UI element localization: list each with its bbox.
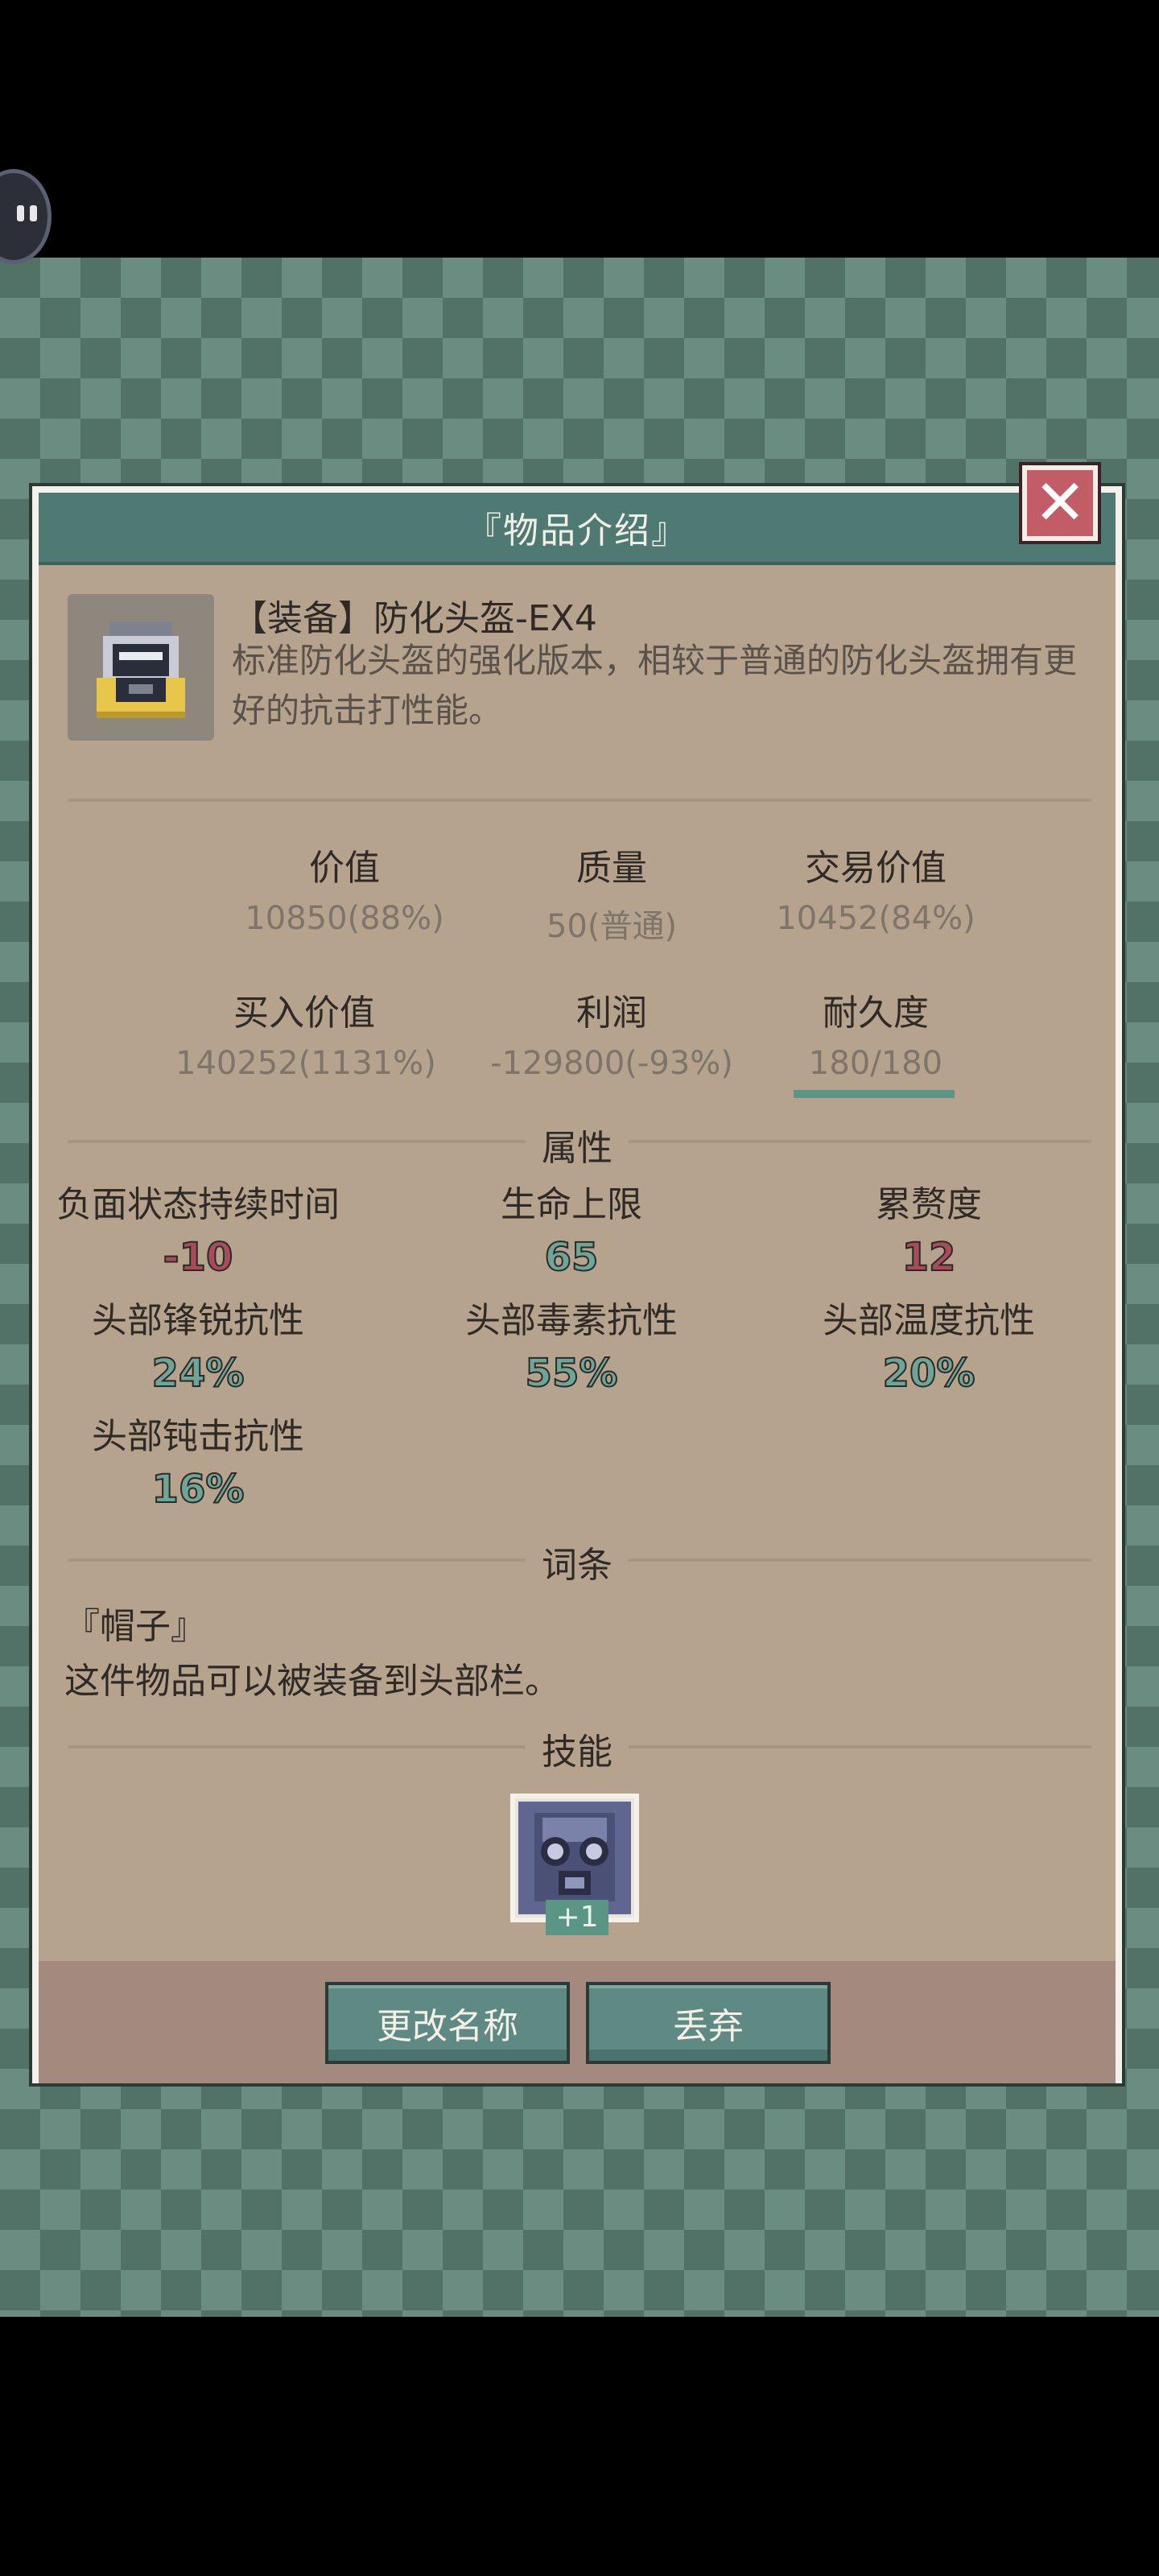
traits-title-text: 词条 [526,1545,629,1586]
attribute-label: 累赘度 [876,1184,982,1225]
attribute-item: 累赘度 12 [752,1175,1106,1281]
stat-label: 利润 [576,993,647,1034]
traits-title: 词条 [39,1536,1116,1587]
rename-button[interactable]: 更改名称 [325,1982,570,2064]
trait-description: 这件物品可以被装备到头部栏。 [64,1661,560,1702]
attribute-value: 65 [544,1234,600,1281]
attribute-label: 头部钝击抗性 [92,1416,304,1457]
stat-quality: 质量 50(普通) [491,839,732,947]
stat-value-text: 10850(88%) [245,900,444,937]
attribute-item: 生命上限 65 [394,1175,749,1281]
attribute-value: 16% [151,1466,245,1513]
gasmask-skill-icon [518,1802,631,1914]
dialog-title: 『物品介绍』 [39,493,1116,565]
divider [68,799,1091,802]
attribute-value: 12 [901,1234,957,1281]
stat-buy-value: 买入价值 140252(1131%) [175,984,436,1082]
stat-label: 买入价值 [233,993,375,1034]
stat-label: 耐久度 [823,993,929,1034]
attributes-title: 属性 [39,1119,1116,1170]
skills-title-text: 技能 [526,1732,629,1773]
stat-label: 交易价值 [805,848,947,889]
item-description: 标准防化头盔的强化版本，相较于普通的防化头盔拥有更好的抗击打性能。 [232,641,1078,730]
attribute-item: 头部钝击抗性 16% [21,1407,375,1513]
skills-title: 技能 [39,1723,1116,1774]
attribute-label: 生命上限 [501,1184,642,1225]
stat-value-text: -129800(-93%) [490,1045,733,1082]
eye-icon [30,205,37,221]
stat-label: 质量 [576,848,647,889]
stat-value-text: 10452(84%) [776,900,975,937]
attributes-title-text: 属性 [526,1128,629,1169]
stat-value: 价值 10850(88%) [224,839,465,937]
attribute-value: 55% [525,1350,619,1397]
eye-icon [17,205,24,221]
attribute-item: 头部毒素抗性 55% [394,1291,749,1397]
helmet-icon [68,594,214,741]
stat-value-text: 180/180 [808,1045,943,1082]
skill-slot[interactable]: +1 [510,1794,639,1935]
item-info-dialog: 『物品介绍』 【装备】防化头盔-EX4 标准防化头盔的强化版本，相较于普通的防化… [32,486,1122,2083]
attribute-item: 头部锋锐抗性 24% [21,1291,375,1397]
attribute-label: 头部毒素抗性 [465,1300,678,1341]
discard-button[interactable]: 丢弃 [586,1982,831,2064]
attribute-label: 负面状态持续时间 [56,1184,340,1225]
stat-value-text: 50(普通) [546,908,678,945]
bottom-black-bar [0,2317,1159,2576]
attribute-value: 24% [151,1350,245,1397]
durability-bar [794,1090,955,1098]
dialog-footer: 更改名称 丢弃 [39,1961,1116,2083]
attribute-label: 头部锋锐抗性 [92,1300,304,1341]
durability-bar-fill [794,1090,955,1098]
close-icon: ✕ [1033,467,1087,539]
attribute-item: 负面状态持续时间 -10 [21,1175,375,1281]
stat-durability: 耐久度 180/180 [755,984,996,1082]
attribute-label: 头部温度抗性 [823,1300,1035,1341]
stat-profit: 利润 -129800(-93%) [467,984,757,1082]
trait-name: 『帽子』 [64,1606,206,1647]
attribute-value: -10 [163,1234,234,1281]
item-name: 【装备】防化头盔-EX4 [232,598,597,639]
top-black-bar [0,0,1159,258]
skill-level-badge: +1 [546,1900,608,1935]
stat-value-text: 140252(1131%) [175,1045,436,1082]
stat-trade-value: 交易价值 10452(84%) [755,839,996,937]
close-button[interactable]: ✕ [1022,465,1098,541]
stat-label: 价值 [309,848,380,889]
attribute-value: 20% [882,1350,976,1397]
attribute-item: 头部温度抗性 20% [752,1291,1106,1397]
